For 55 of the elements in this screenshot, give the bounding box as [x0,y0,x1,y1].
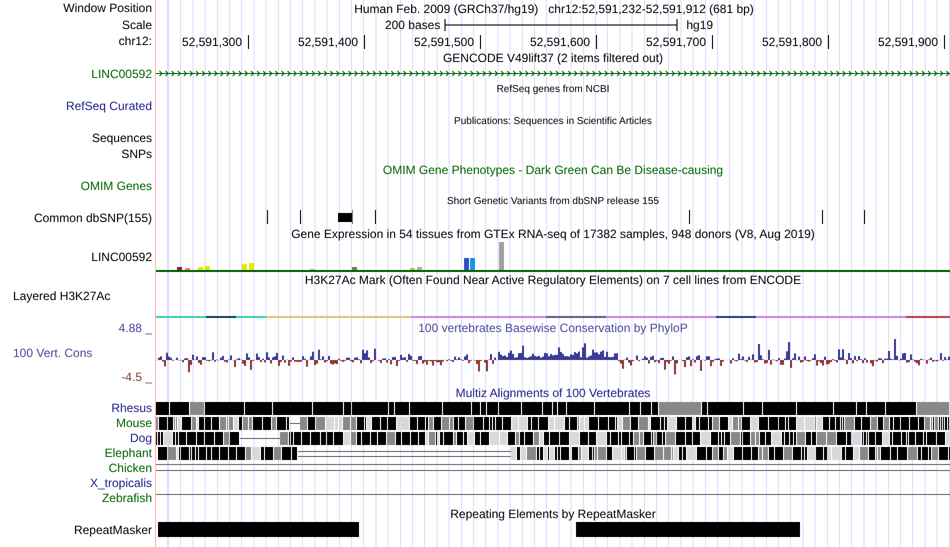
ruler-label: 52,591,600 [530,34,590,50]
scale-bar-icon [444,19,678,31]
ruler-tick [596,34,597,48]
scale-length: 200 bases [384,17,440,33]
axis-max-label: 4.88 _ [118,320,152,336]
position-text: chr12:52,591,232-52,591,912 (681 bp) [548,0,754,16]
species-label[interactable]: Dog [130,431,152,446]
track-label[interactable]: RefSeq Curated [66,98,152,114]
track-title: GENCODE V49lift37 (2 items filtered out) [442,51,664,65]
ruler-label: 52,591,900 [878,34,938,50]
species-label[interactable]: Chicken [108,461,152,476]
species-label[interactable]: Mouse [116,416,152,431]
species-label[interactable]: Zebrafish [102,491,152,506]
row-label: Window Position [63,0,152,16]
track-label[interactable]: LINC00592 [91,249,152,265]
alignment-drawing[interactable] [156,446,950,461]
assembly-name: Human Feb. 2009 (GRCh37/hg19) [354,0,538,16]
axis-min-label: -4.5 _ [121,369,152,385]
track-title: Publications: Sequences in Scientific Articles [454,115,652,129]
track-title: 100 vertebrates Basewise Conservation by PhyloP [418,321,688,335]
track-title: OMIM Gene Phenotypes - Dark Green Can Be Disease-causing [382,163,724,177]
track-title: RefSeq genes from NCBI [496,83,610,97]
track-label[interactable]: Layered H3K27Ac [13,288,110,304]
chromosome-label: chr12: [118,33,152,49]
ruler-tick [712,34,713,48]
ruler-tick [944,34,945,48]
track-title: H3K27Ac Mark (Often Found Near Active Regulatory Elements) on 7 cell lines from ENCODE [304,273,802,287]
ruler-tick [364,34,365,48]
ruler-label: 52,591,700 [646,34,706,50]
ruler-tick [480,34,481,48]
track-title: Short Genetic Variants from dbSNP release 155 [447,195,659,209]
species-label[interactable]: X_tropicalis [90,476,152,491]
ruler-label: 52,591,500 [414,34,474,50]
expression-bars-drawing[interactable] [156,242,950,272]
ruler-label: 52,591,800 [762,34,822,50]
track-label[interactable]: LINC00592 [91,66,152,82]
species-label[interactable]: Rhesus [111,401,152,416]
track-title: Repeating Elements by RepeatMasker [450,507,656,521]
ruler-tick [248,34,249,48]
track-title: Gene Expression in 54 tissues from GTEx RNA-seq of 17382 samples, 948 donors (V8, Aug 2019) [291,227,815,241]
species-label[interactable]: Elephant [104,446,152,461]
scale-assembly: hg19 [686,17,714,33]
ruler-label: 52,591,300 [182,34,242,50]
row-label: Scale [122,17,152,33]
alignment-drawing[interactable] [156,431,950,446]
alignment-drawing[interactable] [156,416,950,431]
track-label[interactable]: Common dbSNP(155) [34,210,152,226]
track-label[interactable]: 100 Vert. Cons [13,345,92,361]
track-title: Multiz Alignments of 100 Vertebrates [456,386,650,400]
ruler-tick [828,34,829,48]
track-label[interactable]: Sequences SNPs [62,130,152,162]
track-label[interactable]: RepeatMasker [74,522,152,538]
ruler-label: 52,591,400 [298,34,358,50]
track-label[interactable]: OMIM Genes [80,178,152,194]
alignment-drawing[interactable] [156,401,950,416]
